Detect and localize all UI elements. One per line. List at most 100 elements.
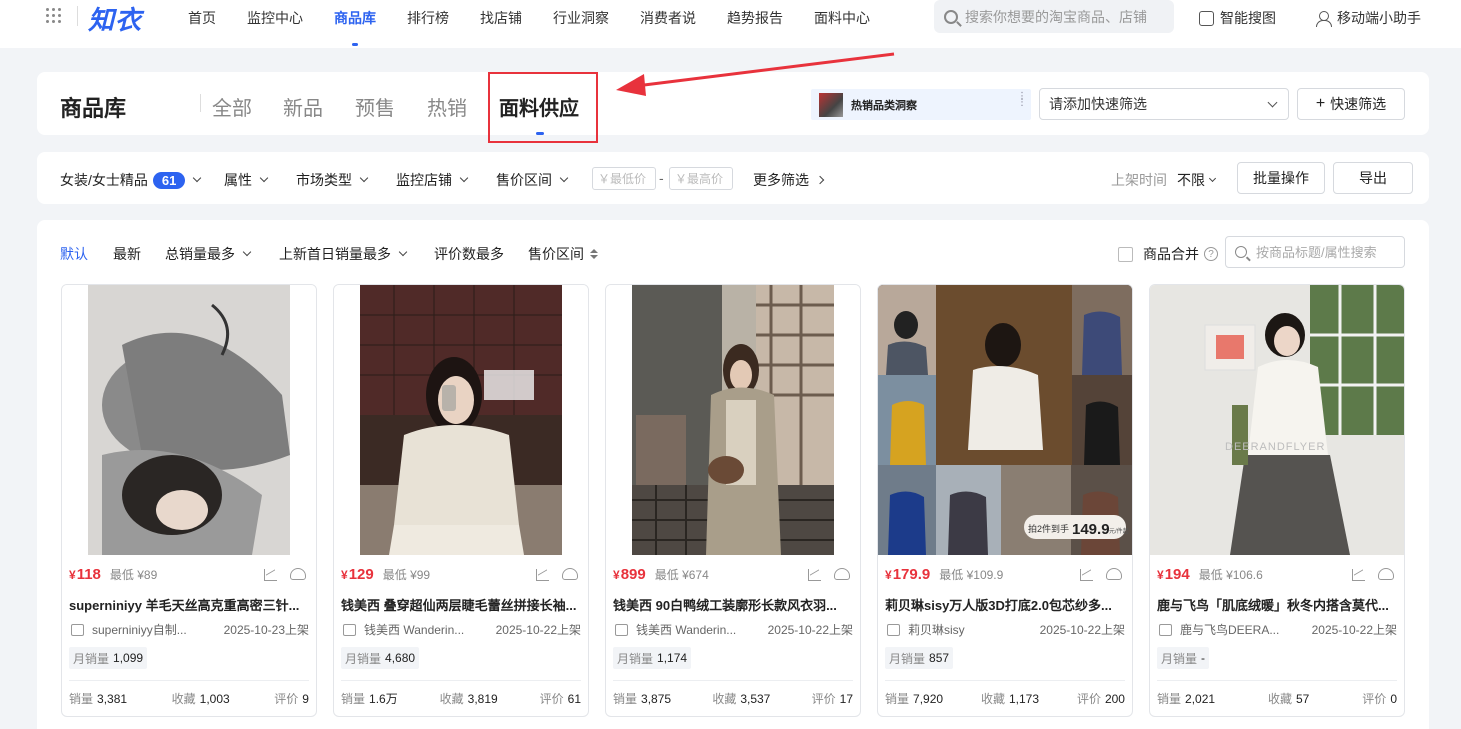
lowest-price-prefix: 最低	[382, 568, 407, 582]
product-title[interactable]: 鹿与飞鸟「肌底绒暖」秋冬内搭含莫代...	[1157, 595, 1399, 614]
product-search[interactable]	[1225, 236, 1405, 268]
product-price: ¥129	[341, 566, 374, 583]
filter-price-range[interactable]: 售价区间	[496, 170, 569, 190]
sales-label: 销量	[69, 692, 94, 706]
sales-stat: 销量 7,920	[885, 690, 943, 707]
shop-name[interactable]: 钱美西 Wanderin...	[636, 621, 759, 638]
tab-new[interactable]: 新品	[283, 92, 323, 121]
product-card[interactable]: ¥118 最低 ¥89 superniniyy 羊毛天丝高克重高密三针... s…	[61, 284, 317, 717]
tab-hot[interactable]: 热销	[427, 92, 467, 121]
nav-item-fabric[interactable]: 面料中心	[814, 8, 870, 28]
nav-item-consumer[interactable]: 消费者说	[640, 8, 696, 28]
quick-filter-select[interactable]: 请添加快速筛选	[1039, 88, 1289, 120]
merge-products[interactable]: 商品合并 ?	[1118, 244, 1218, 264]
sort-first-day-sales[interactable]: 上新首日销量最多	[279, 244, 408, 264]
filter-category-label: 女装/女士精品	[60, 172, 148, 188]
shop-row: 莉贝琳sisy 2025-10-22上架	[887, 621, 1125, 638]
product-image[interactable]	[62, 285, 316, 555]
promo-price: 149.9	[1072, 521, 1110, 538]
quick-filter-button[interactable]: + 快速筛选	[1297, 88, 1405, 120]
trend-chart-icon[interactable]	[264, 569, 277, 581]
shop-name[interactable]: superniniyy自制...	[92, 621, 215, 638]
min-price-input[interactable]: ￥最低价	[592, 167, 656, 190]
similar-search-icon[interactable]	[1378, 568, 1394, 580]
reviews-value: 61	[567, 692, 581, 706]
shelf-date: 2025-10-22上架	[767, 623, 853, 637]
shop-name[interactable]: 莉贝琳sisy	[908, 621, 1031, 638]
product-title[interactable]: 钱美西 90白鸭绒工装廓形长款风衣羽...	[613, 595, 855, 614]
chevron-down-icon	[1208, 174, 1217, 182]
product-image[interactable]	[334, 285, 588, 555]
product-price: ¥118	[69, 566, 101, 583]
monthly-sales-label: 月销量	[889, 651, 926, 666]
monthly-sales-value: 4,680	[385, 651, 416, 665]
product-image[interactable]: DEERANDFLYER	[1150, 285, 1404, 555]
nav-item-product-library[interactable]: 商品库	[334, 8, 376, 46]
product-card[interactable]: 拍2件到手 149.9 元/件起 ¥179.9 最低 ¥109.9 莉贝琳sisy万…	[877, 284, 1133, 717]
monthly-sales-value: 1,099	[113, 651, 144, 665]
similar-search-icon[interactable]	[834, 568, 850, 580]
global-search-input[interactable]	[965, 8, 1165, 25]
more-icon[interactable]: ⋮ ⋮	[1017, 92, 1027, 108]
product-card[interactable]: DEERANDFLYER ¥194 最低 ¥106.6 鹿与飞鸟「肌底绒暖」秋冬…	[1149, 284, 1405, 717]
chevron-down-icon	[242, 247, 252, 257]
nav-item-monitor[interactable]: 监控中心	[247, 8, 303, 28]
nav-item-home[interactable]: 首页	[188, 8, 216, 28]
product-title[interactable]: 钱美西 叠穿超仙两层睫毛蕾丝拼接长袖...	[341, 595, 583, 614]
product-image[interactable]: 拍2件到手 149.9 元/件起	[878, 285, 1132, 555]
nav-item-trends[interactable]: 趋势报告	[727, 8, 783, 28]
filter-monitor-shop[interactable]: 监控店铺	[396, 170, 469, 190]
product-card[interactable]: ¥899 最低 ¥674 钱美西 90白鸭绒工装廓形长款风衣羽... 钱美西 W…	[605, 284, 861, 717]
lowest-price-prefix: 最低	[109, 568, 134, 582]
nav-item-find-shop[interactable]: 找店铺	[480, 8, 522, 28]
more-filters-label: 更多筛选	[753, 172, 809, 188]
trend-chart-icon[interactable]	[536, 569, 549, 581]
global-search[interactable]	[934, 0, 1174, 33]
batch-operation-button[interactable]: 批量操作	[1237, 162, 1325, 194]
product-card[interactable]: ¥129 最低 ¥99 钱美西 叠穿超仙两层睫毛蕾丝拼接长袖... 钱美西 Wa…	[333, 284, 589, 717]
sort-price-range[interactable]: 售价区间	[528, 244, 598, 264]
similar-search-icon[interactable]	[562, 568, 578, 580]
trend-chart-icon[interactable]	[808, 569, 821, 581]
filter-market-type[interactable]: 市场类型	[296, 170, 369, 190]
apps-grid-icon[interactable]	[46, 8, 62, 24]
lowest-price: 最低 ¥99	[383, 566, 430, 583]
similar-search-icon[interactable]	[1106, 568, 1122, 580]
tab-all[interactable]: 全部	[212, 92, 252, 121]
filter-category[interactable]: 女装/女士精品 61	[60, 170, 202, 190]
price-row: ¥899 最低 ¥674	[613, 566, 709, 583]
product-title[interactable]: 莉贝琳sisy万人版3D打底2.0包芯纱多...	[885, 595, 1127, 614]
sort-newest[interactable]: 最新	[113, 244, 141, 264]
quick-filter-button-label: 快速筛选	[1330, 96, 1387, 112]
shop-name[interactable]: 钱美西 Wanderin...	[364, 621, 487, 638]
sort-total-sales[interactable]: 总销量最多	[165, 244, 252, 264]
more-filters[interactable]: 更多筛选	[753, 170, 825, 190]
shop-row: 钱美西 Wanderin... 2025-10-22上架	[343, 621, 581, 638]
shelf-date: 2025-10-22上架	[1039, 623, 1125, 637]
help-icon[interactable]: ?	[1204, 247, 1218, 261]
insight-label: 热销品类洞察	[851, 99, 917, 112]
export-button[interactable]: 导出	[1333, 162, 1413, 194]
similar-search-icon[interactable]	[290, 568, 306, 580]
mobile-helper-label: 移动端小助手	[1337, 10, 1421, 26]
smart-image-search[interactable]: 智能搜图	[1199, 8, 1276, 28]
filter-attribute[interactable]: 属性	[224, 170, 269, 190]
max-price-input[interactable]: ￥最高价	[669, 167, 733, 190]
trend-chart-icon[interactable]	[1080, 569, 1093, 581]
nav-item-rankings[interactable]: 排行榜	[407, 8, 449, 28]
trend-chart-icon[interactable]	[1352, 569, 1365, 581]
sort-default[interactable]: 默认	[60, 244, 88, 264]
product-image[interactable]	[606, 285, 860, 555]
tab-presale[interactable]: 预售	[355, 92, 395, 121]
reviews-stat: 评价 17	[812, 690, 853, 707]
product-search-input[interactable]	[1256, 244, 1401, 260]
nav-item-industry[interactable]: 行业洞察	[553, 8, 609, 28]
mobile-helper[interactable]: 移动端小助手	[1316, 8, 1421, 28]
merge-checkbox[interactable]	[1118, 246, 1133, 262]
shop-name[interactable]: 鹿与飞鸟DEERA...	[1180, 621, 1303, 638]
product-title[interactable]: superniniyy 羊毛天丝高克重高密三针...	[69, 595, 311, 614]
sales-stat: 销量 3,875	[613, 690, 671, 707]
sort-reviews[interactable]: 评价数最多	[434, 244, 504, 264]
shelf-time-select[interactable]: 不限	[1177, 170, 1217, 190]
brand-logo[interactable]: 知衣	[88, 0, 142, 37]
